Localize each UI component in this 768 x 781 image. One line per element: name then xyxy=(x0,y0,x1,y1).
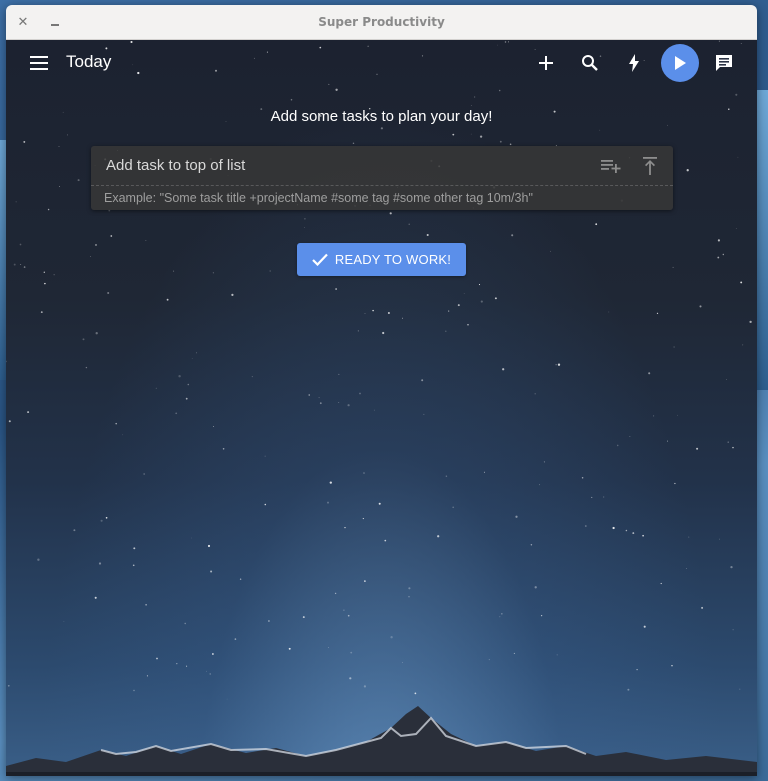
desktop-background-right xyxy=(757,90,768,390)
notes-button[interactable] xyxy=(709,48,739,78)
close-icon[interactable]: ✕ xyxy=(14,13,32,31)
plan-day-message: Add some tasks to plan your day! xyxy=(270,108,493,125)
add-task-input[interactable] xyxy=(91,146,596,184)
app-content: Today Add some tasks to plan your day! A… xyxy=(6,40,757,776)
check-icon xyxy=(312,253,328,266)
add-task-bar: Example: "Some task title +projectName #… xyxy=(91,146,673,210)
page-title: Today xyxy=(66,52,112,71)
plus-icon xyxy=(539,56,553,70)
search-icon xyxy=(582,55,598,71)
ready-to-work-label: READY TO WORK! xyxy=(334,252,452,267)
ready-to-work-button[interactable]: READY TO WORK! xyxy=(297,243,466,276)
window-title: Super Productivity xyxy=(318,15,445,29)
hamburger-menu-icon[interactable] xyxy=(26,51,52,75)
mountain-silhouette xyxy=(6,706,757,776)
move-to-top-icon[interactable] xyxy=(638,155,662,177)
divider xyxy=(91,185,673,186)
window-titlebar[interactable]: ✕ Super Productivity xyxy=(6,5,757,40)
comment-icon xyxy=(716,55,732,71)
focus-mode-button[interactable] xyxy=(619,48,649,78)
play-icon xyxy=(675,56,686,70)
start-tracking-button[interactable] xyxy=(661,44,699,82)
minimize-icon[interactable] xyxy=(46,13,64,31)
search-button[interactable] xyxy=(575,48,605,78)
app-window: ✕ Super Productivity Today Add some task… xyxy=(6,5,757,776)
add-task-button[interactable] xyxy=(531,48,561,78)
playlist-add-icon[interactable] xyxy=(599,155,623,177)
top-toolbar: Today xyxy=(6,40,757,86)
lightning-bolt-icon xyxy=(629,54,639,72)
add-task-hint: Example: "Some task title +projectName #… xyxy=(104,191,533,205)
